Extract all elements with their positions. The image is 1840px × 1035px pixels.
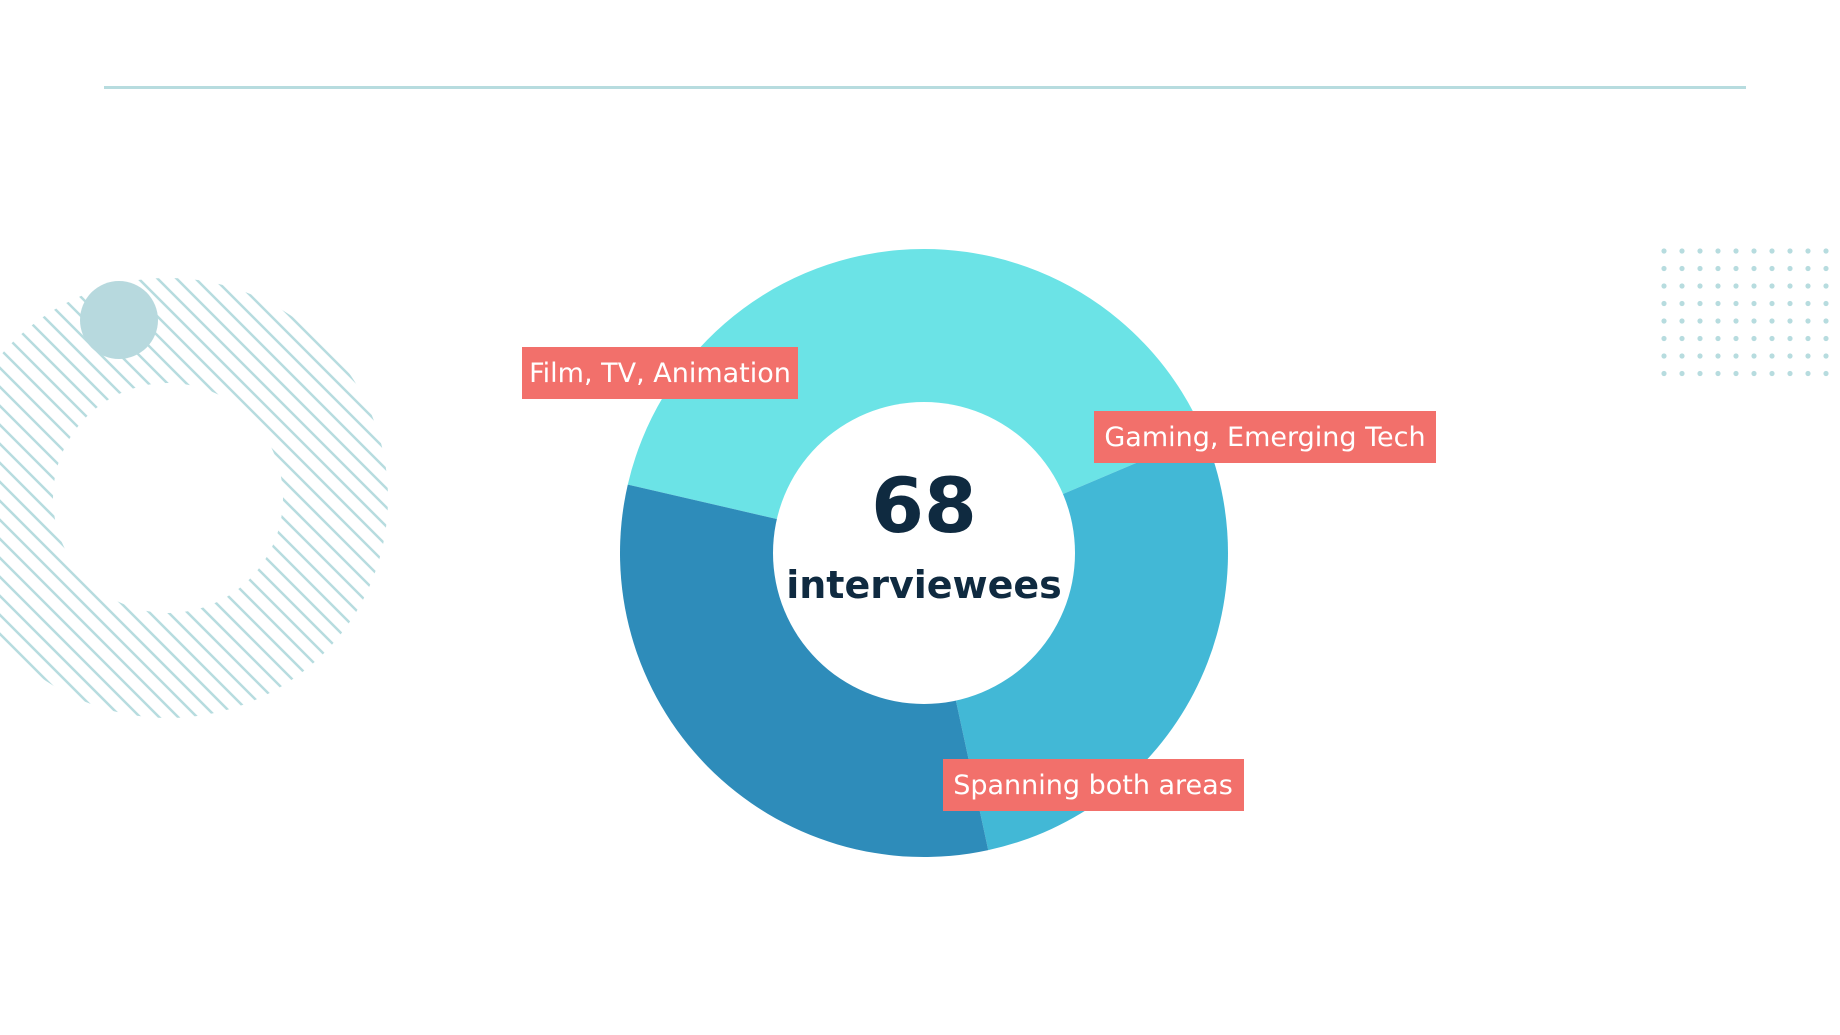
center-number: 68 <box>871 461 977 550</box>
slice-label-gaming-emerging-tech: Gaming, Emerging Tech <box>1094 411 1436 463</box>
slice-label-text: Spanning both areas <box>953 770 1233 801</box>
donut-chart: 68 interviewees Film, TV, Animation Gami… <box>522 249 1436 857</box>
slide: 68 interviewees Film, TV, Animation Gami… <box>0 0 1840 1035</box>
slice-label-film-tv-animation: Film, TV, Animation <box>522 347 798 399</box>
slice-label-text: Film, TV, Animation <box>529 358 791 389</box>
slice-label-spanning-both-areas: Spanning both areas <box>943 759 1244 811</box>
center-caption: interviewees <box>786 563 1062 607</box>
slice-label-text: Gaming, Emerging Tech <box>1104 422 1425 453</box>
donut-hole <box>773 402 1075 704</box>
